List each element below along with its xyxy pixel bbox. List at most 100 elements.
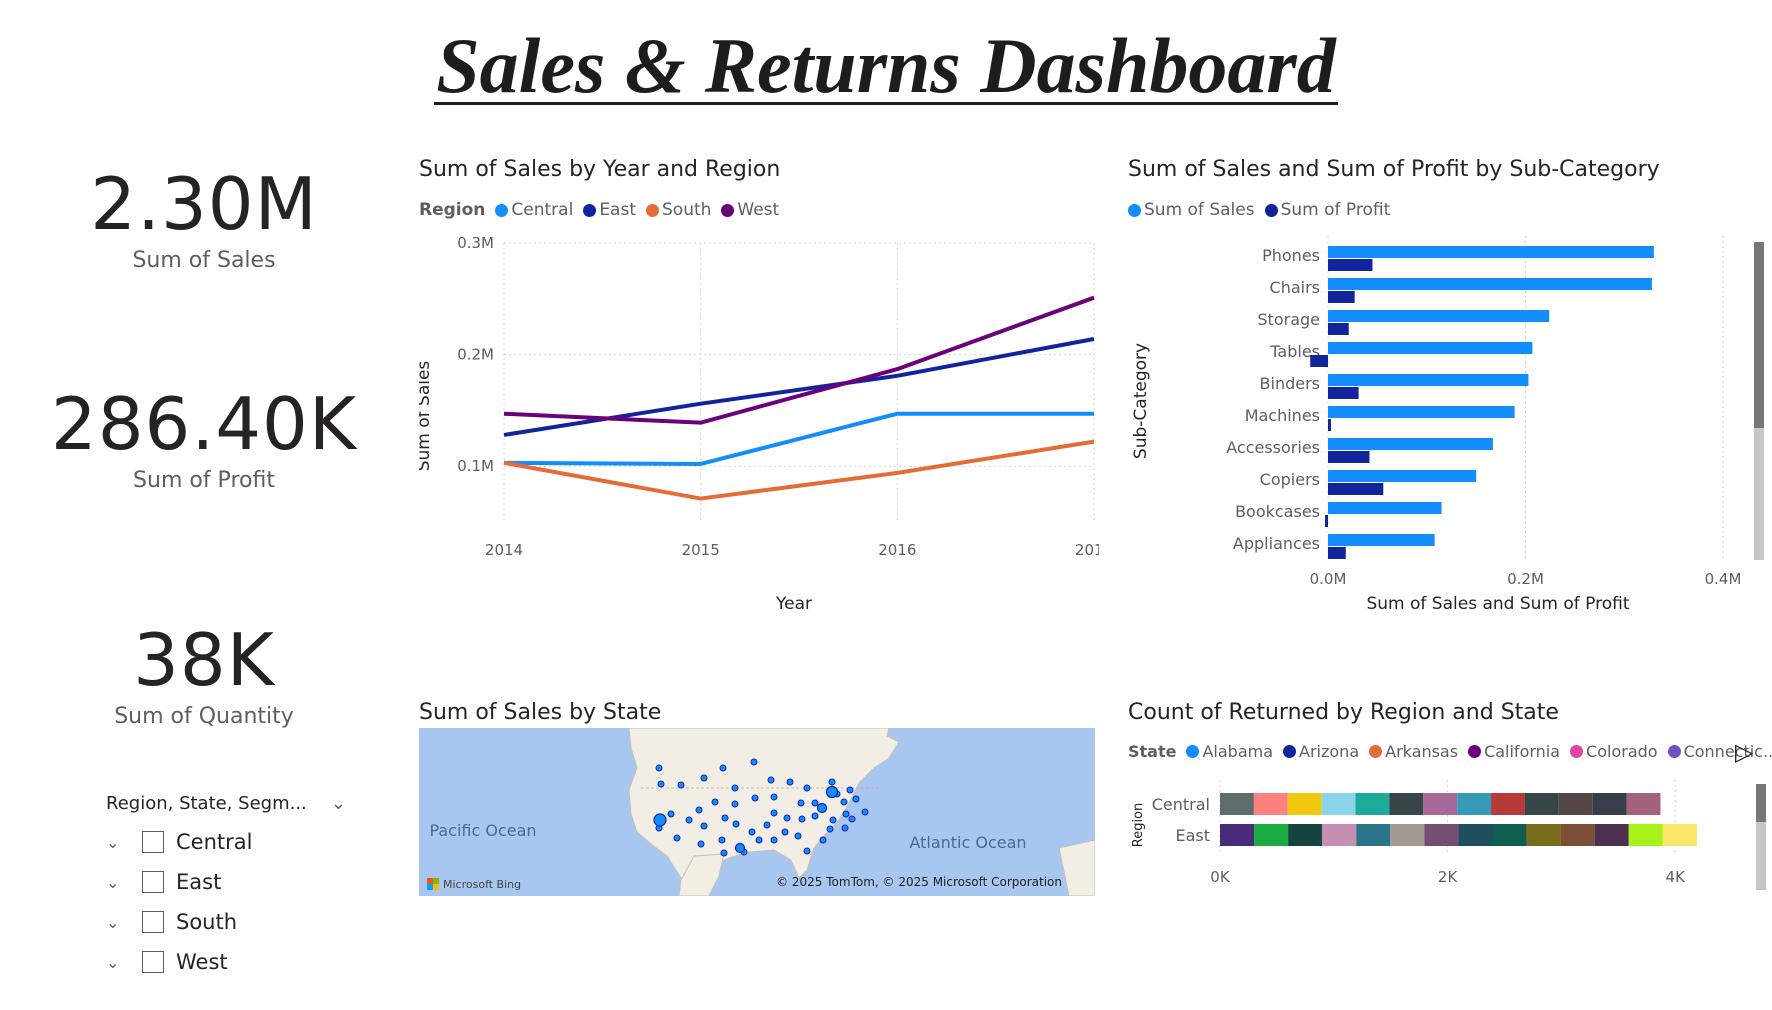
- state-bubble: [842, 810, 850, 818]
- state-bubble: [685, 816, 693, 824]
- state-bubble: [770, 836, 778, 844]
- y-axis-title: Region: [1131, 803, 1146, 848]
- slicer-item-central[interactable]: ⌄ Central: [106, 822, 346, 862]
- x-tick-label: 0.0M: [1310, 570, 1347, 588]
- x-tick-label: 2015: [682, 541, 720, 559]
- stack-segment: [1524, 793, 1559, 815]
- state-bubble: [848, 815, 856, 823]
- chevron-down-icon[interactable]: ⌄: [106, 873, 132, 892]
- legend-label: Connectic...: [1683, 742, 1772, 761]
- chevron-down-icon[interactable]: ⌄: [106, 833, 132, 852]
- stack-segment: [1390, 824, 1425, 846]
- profit-bar: [1328, 387, 1359, 399]
- legend-label: Central: [511, 200, 574, 220]
- legend-item-connecticut[interactable]: Connectic...: [1667, 742, 1772, 761]
- state-bubble: [783, 814, 791, 822]
- profit-bar: [1328, 323, 1349, 335]
- card-label: Sum of Quantity: [114, 704, 294, 729]
- state-bubble: [825, 785, 839, 799]
- sales-map[interactable]: Pacific Ocean Atlantic Ocean Microsoft B…: [419, 728, 1095, 896]
- chevron-down-icon[interactable]: ⌄: [106, 913, 132, 932]
- bing-label: Microsoft Bing: [443, 878, 521, 891]
- sales-card: 2.30M Sum of Sales: [4, 162, 404, 273]
- legend-label: East: [599, 200, 636, 220]
- legend-item-south[interactable]: South: [646, 200, 711, 220]
- x-tick-label: 4K: [1666, 868, 1687, 886]
- checkbox[interactable]: [142, 951, 164, 973]
- legend-item-arkansas[interactable]: Arkansas: [1369, 742, 1458, 761]
- category-label: Phones: [1262, 246, 1320, 265]
- legend-item-colorado[interactable]: Colorado: [1570, 742, 1658, 761]
- legend-item-east[interactable]: East: [583, 200, 636, 220]
- chevron-down-icon[interactable]: ⌄: [331, 793, 346, 814]
- checkbox[interactable]: [142, 871, 164, 893]
- stack-segment: [1626, 793, 1661, 815]
- legend-label: West: [737, 200, 780, 220]
- y-axis-title: Sub-Category: [1131, 343, 1151, 459]
- slicer-header[interactable]: Region, State, Segm... ⌄: [106, 788, 346, 818]
- x-axis-title: Sum of Sales and Sum of Profit: [1366, 594, 1629, 614]
- stacked-chart-legend: State Alabama Arizona Arkansas Californi…: [1128, 742, 1772, 761]
- state-bubble: [732, 820, 740, 828]
- state-bubble: [781, 828, 789, 836]
- scrollbar-thumb[interactable]: [1754, 242, 1764, 428]
- sales-bar: [1328, 246, 1654, 258]
- category-label: Chairs: [1270, 278, 1320, 297]
- card-label: Sum of Profit: [133, 468, 275, 493]
- slicer-item-label: West: [176, 950, 228, 974]
- map-copyright: © 2025 TomTom, © 2025 Microsoft Corporat…: [776, 875, 1062, 889]
- card-value: 38K: [133, 618, 275, 702]
- region-slicer: Region, State, Segm... ⌄ ⌄ Central ⌄ Eas…: [106, 788, 346, 982]
- slicer-item-south[interactable]: ⌄ South: [106, 902, 346, 942]
- quantity-card: 38K Sum of Quantity: [4, 618, 404, 729]
- bing-logo-icon: [433, 878, 439, 884]
- legend-item-arizona[interactable]: Arizona: [1283, 742, 1359, 761]
- stacked-chart-title: Count of Returned by Region and State: [1128, 700, 1559, 725]
- stack-segment: [1254, 824, 1289, 846]
- map-canvas[interactable]: Pacific Ocean Atlantic Ocean Microsoft B…: [419, 728, 1095, 896]
- state-bubble: [677, 781, 685, 789]
- x-tick-label: 0K: [1210, 868, 1231, 886]
- state-bubble: [750, 758, 758, 766]
- state-bubble: [700, 774, 708, 782]
- x-tick-label: 2014: [485, 541, 523, 559]
- state-bubble: [667, 810, 675, 818]
- state-bubble: [841, 824, 849, 832]
- category-label: Storage: [1257, 310, 1320, 329]
- checkbox[interactable]: [142, 911, 164, 933]
- legend-item-west[interactable]: West: [721, 200, 779, 220]
- legend-item-sales[interactable]: Sum of Sales: [1128, 200, 1255, 220]
- slicer-item-label: Central: [176, 830, 253, 854]
- category-label: Bookcases: [1235, 502, 1320, 521]
- slicer-item-east[interactable]: ⌄ East: [106, 862, 346, 902]
- stack-segment: [1458, 824, 1493, 846]
- profit-bar: [1328, 483, 1384, 495]
- category-label: Binders: [1260, 374, 1320, 393]
- card-label: Sum of Sales: [132, 248, 276, 273]
- state-bubble: [803, 784, 811, 792]
- state-bubble: [700, 822, 708, 830]
- legend-item-alabama[interactable]: Alabama: [1186, 742, 1273, 761]
- slicer-item-west[interactable]: ⌄ West: [106, 942, 346, 982]
- region-label: Central: [1152, 795, 1210, 814]
- line-chart-title: Sum of Sales by Year and Region: [419, 157, 781, 182]
- slicer-header-label: Region, State, Segm...: [106, 792, 307, 814]
- stack-segment: [1287, 793, 1322, 815]
- state-bubble: [819, 836, 827, 844]
- legend-item-california[interactable]: California: [1468, 742, 1560, 761]
- profit-bar: [1328, 419, 1331, 431]
- chevron-down-icon[interactable]: ⌄: [106, 953, 132, 972]
- north-america-land: [628, 728, 900, 889]
- state-bubble: [711, 798, 719, 806]
- legend-title: Region: [419, 200, 486, 220]
- legend-item-central[interactable]: Central: [495, 200, 573, 220]
- x-tick-label: 2016: [878, 541, 916, 559]
- checkbox[interactable]: [142, 831, 164, 853]
- state-bubble: [720, 849, 728, 857]
- state-bubble: [826, 825, 834, 833]
- state-bubble: [718, 836, 726, 844]
- legend-item-profit[interactable]: Sum of Profit: [1264, 200, 1390, 220]
- scrollbar-thumb[interactable]: [1756, 784, 1766, 822]
- category-label: Accessories: [1226, 438, 1320, 457]
- legend-next-arrow-icon[interactable]: ▷: [1735, 738, 1753, 766]
